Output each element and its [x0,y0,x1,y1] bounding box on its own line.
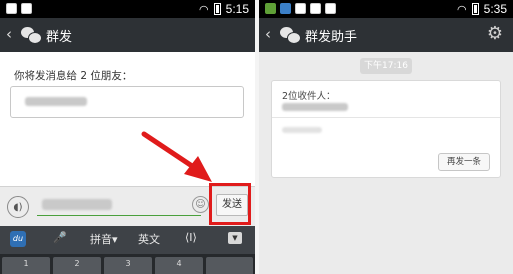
blurred-message-text [282,127,322,133]
recipients-box[interactable] [10,86,244,118]
hide-keyboard-icon[interactable]: ▼ [228,232,242,244]
wechat-logo-icon [280,26,301,44]
back-icon[interactable]: ‹ [6,25,12,43]
resend-button[interactable]: 再发一条 [438,153,490,171]
wifi-icon: ◠ [457,2,467,16]
keyboard-toolbar: du 🎤 拼音▾ 英文 ⟨I⟩ ▼ [0,226,255,254]
send-button[interactable]: 发送 [216,194,248,216]
pinyin-mode-button[interactable]: 拼音▾ [90,231,118,247]
status-time: 5:15 [225,2,249,16]
message-text-blurred [42,199,112,210]
keyboard-keys: 1 2 3 4 [0,254,255,274]
keyboard-key[interactable]: 2 [53,257,101,274]
recipients-label: 2位收件人： [282,91,336,102]
gallery-icon [21,3,32,14]
gallery-icon [295,3,306,14]
wifi-icon: ◠ [199,2,209,16]
microphone-icon[interactable]: 🎤 [53,231,67,244]
card-divider [272,117,500,118]
gear-icon[interactable]: ⚙ [487,23,503,44]
back-icon[interactable]: ‹ [265,25,271,43]
image-notification-icon [280,3,291,14]
voice-toggle-icon[interactable]: ◖) [7,196,29,218]
group-send-screen: ◠ 5:15 ‹ 群发 你将发消息给 2 位朋友： ◖) ☺ 发送 du 🎤 拼… [0,0,255,274]
keyboard-key[interactable]: 4 [155,257,203,274]
page-title: 群发助手 [305,30,358,45]
page-title: 群发 [46,30,73,45]
notification-icon [6,3,17,14]
group-send-assistant-screen: ◠ 5:35 ‹ 群发助手 ⚙ 下午17:16 2位收件人： 再发一条 [259,0,513,274]
status-bar: ◠ 5:15 [0,0,255,18]
keyboard-key[interactable]: 1 [2,257,50,274]
ime-logo-icon[interactable]: du [10,231,26,247]
send-to-label: 你将发消息给 2 位朋友： [14,70,133,82]
pointer-arrow-icon [141,131,212,182]
battery-icon [213,3,221,15]
cursor-move-icon[interactable]: ⟨I⟩ [185,231,197,244]
status-bar: ◠ 5:35 [259,0,513,18]
message-notification-icon [310,3,321,14]
blurred-names [25,97,87,106]
blurred-recipient-names [282,103,348,111]
message-timestamp: 下午17:16 [360,58,412,74]
sent-message-card: 2位收件人： 再发一条 [271,80,501,178]
english-mode-button[interactable]: 英文 [138,231,160,247]
notification-icon [325,3,336,14]
emoji-icon[interactable]: ☺ [192,196,209,213]
status-time: 5:35 [483,2,507,16]
title-bar: ‹ 群发 [0,18,255,52]
keyboard-key[interactable]: 3 [104,257,152,274]
battery-icon [471,3,479,15]
wechat-logo-icon [21,26,42,44]
app-notification-icon [265,3,276,14]
keyboard-key[interactable] [206,257,253,274]
message-input[interactable] [37,215,201,216]
title-bar: ‹ 群发助手 ⚙ [259,18,513,52]
